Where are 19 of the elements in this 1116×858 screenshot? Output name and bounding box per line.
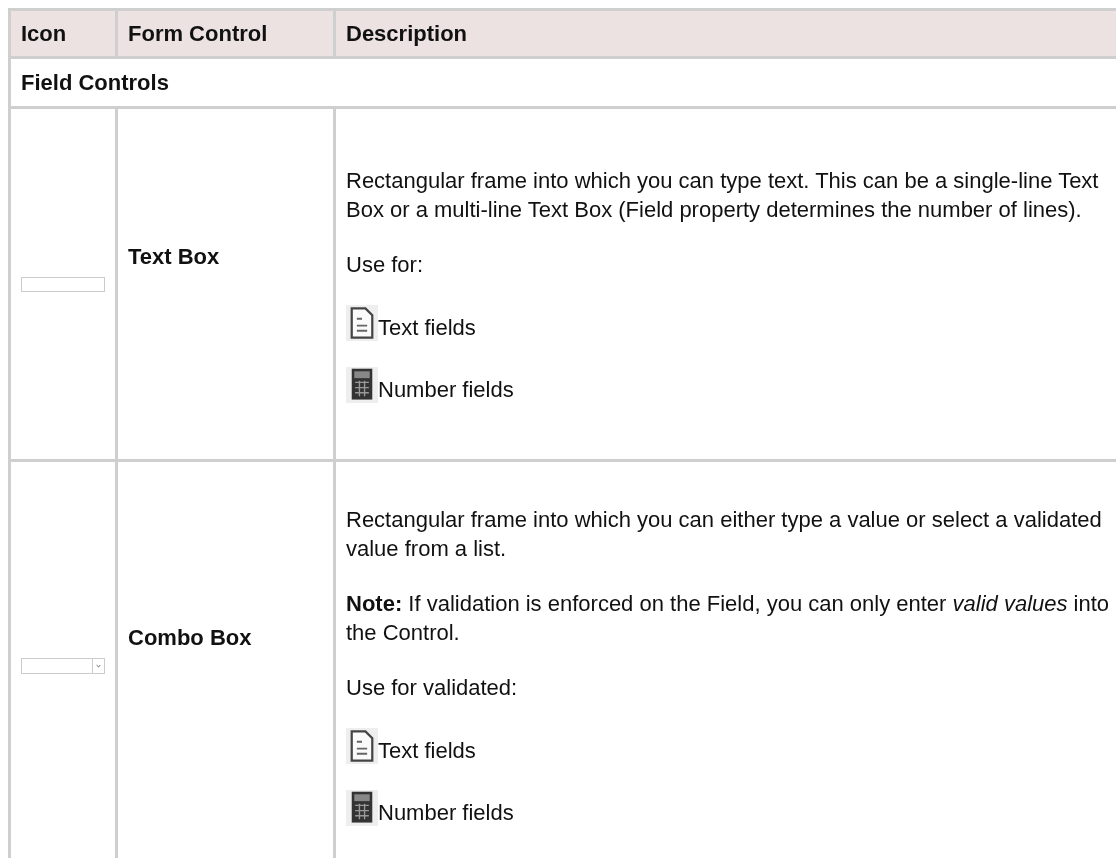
description-text: Rectangular frame into which you can either type a value or select a validated value from a list. <box>346 506 1103 563</box>
field-type-label: Text fields <box>378 314 476 341</box>
calculator-icon <box>346 366 378 403</box>
section-heading: Field Controls <box>11 56 1116 106</box>
column-header: Icon <box>20 20 68 48</box>
control-name: Text Box <box>128 242 220 271</box>
description-text: Note: If validation is enforced on the Field, you can only enter valid values into the Control. <box>346 590 1111 647</box>
field-type-label: Number fields <box>378 376 514 403</box>
document-icon <box>346 304 378 341</box>
description-text: Use for validated: <box>346 674 519 702</box>
field-type-label: Text fields <box>378 738 476 764</box>
column-header: Description <box>333 11 1116 56</box>
document-icon <box>346 728 378 764</box>
description-text: Rectangular frame into which you can type text. This can be a single-line Text Box or a multi-line Text Box (Field property determines the number of lines). <box>346 166 1100 224</box>
calculator-icon <box>346 790 378 826</box>
field-type-label: Number fields <box>378 800 514 826</box>
description-text: Use for: <box>346 250 425 279</box>
control-name: Combo Box <box>128 624 252 652</box>
column-header: Form Control <box>115 11 333 56</box>
